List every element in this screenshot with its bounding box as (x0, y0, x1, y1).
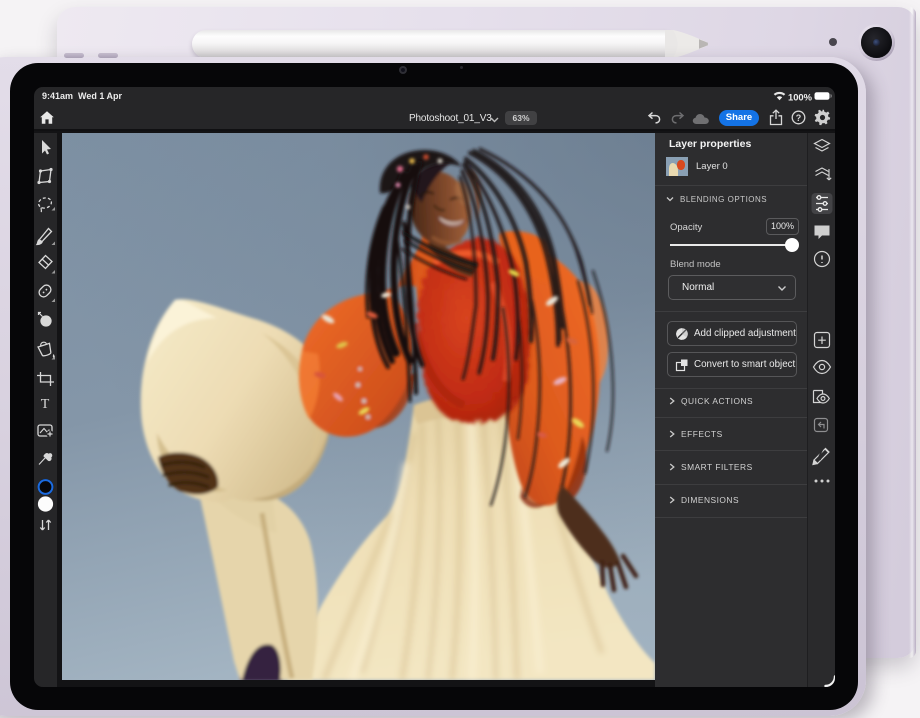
svg-text:T: T (41, 397, 50, 412)
svg-text:100%: 100% (788, 91, 813, 102)
svg-text:?: ? (796, 113, 802, 123)
